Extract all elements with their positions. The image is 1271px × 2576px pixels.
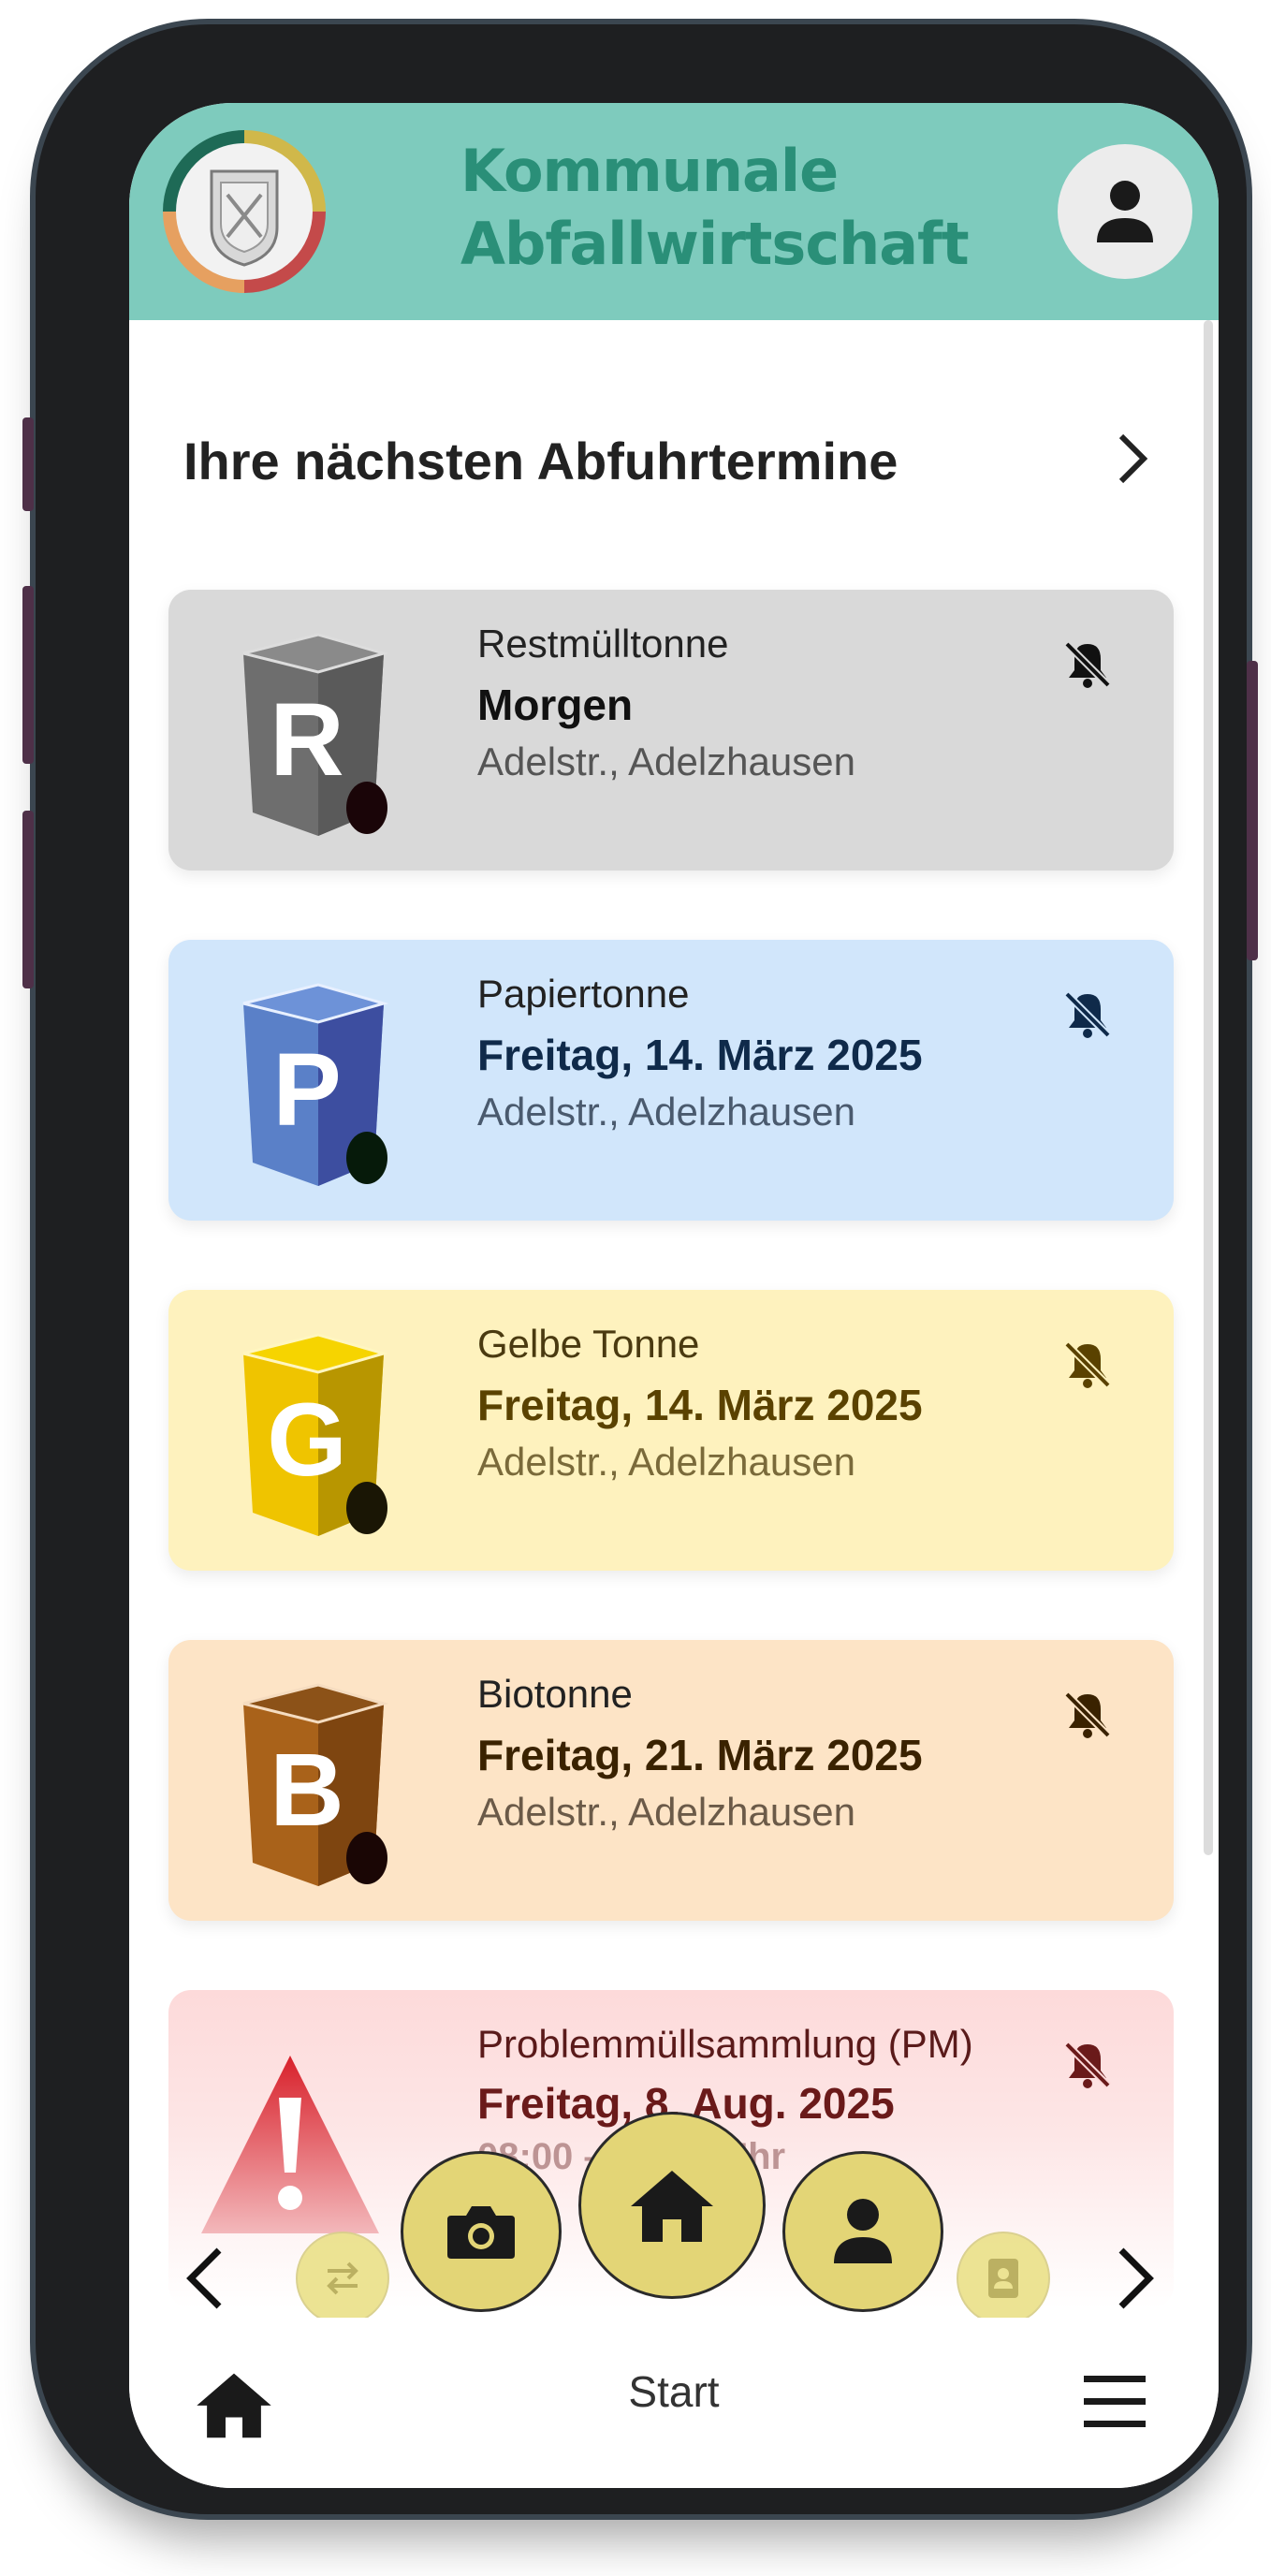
swap-icon bbox=[327, 2261, 358, 2295]
waste-type-label: Problemmüllsammlung (PM) bbox=[477, 2022, 973, 2066]
app-title-line1: Kommunale bbox=[460, 137, 839, 205]
chevron-right-icon[interactable] bbox=[1114, 2245, 1159, 2312]
warning-triangle-icon bbox=[201, 2056, 379, 2233]
waste-type-label: Papiertonne bbox=[477, 972, 690, 1016]
gelbe-tonne-bin-icon: G bbox=[242, 1333, 389, 1536]
chevron-left-icon[interactable] bbox=[182, 2245, 226, 2312]
svg-text:P: P bbox=[272, 1032, 341, 1148]
app-title-line2: Abfallwirtschaft bbox=[460, 210, 970, 278]
camera-button[interactable] bbox=[401, 2151, 562, 2312]
pickup-address: Adelstr., Adelzhausen bbox=[477, 1440, 855, 1484]
bell-off-icon[interactable] bbox=[1061, 1339, 1114, 1391]
hamburger-menu-icon[interactable] bbox=[1084, 2376, 1146, 2428]
pickup-date: Freitag, 21. März 2025 bbox=[477, 1731, 923, 1779]
pickup-address: Adelstr., Adelzhausen bbox=[477, 1790, 855, 1834]
pickup-card-papier[interactable]: P Papiertonne Freitag, 14. März 2025 Ade… bbox=[168, 940, 1174, 1221]
camera-icon bbox=[447, 2206, 515, 2259]
papier-bin-icon: P bbox=[242, 983, 389, 1186]
pickup-date: Morgen bbox=[477, 681, 634, 729]
app-header: Kommunale Abfallwirtschaft bbox=[129, 103, 1219, 320]
bell-off-icon[interactable] bbox=[1061, 1689, 1114, 1741]
person-icon bbox=[834, 2199, 892, 2263]
side-button bbox=[22, 417, 34, 511]
home-icon bbox=[631, 2171, 713, 2242]
home-button[interactable] bbox=[578, 2112, 766, 2299]
bell-off-icon[interactable] bbox=[1061, 988, 1114, 1041]
swap-button[interactable] bbox=[296, 2232, 389, 2325]
pickup-card-biotonne[interactable]: B Biotonne Freitag, 21. März 2025 Adelst… bbox=[168, 1640, 1174, 1921]
pickup-card-restmuell[interactable]: R Restmülltonne Morgen Adelstr., Adelzha… bbox=[168, 590, 1174, 871]
pickup-address: Adelstr., Adelzhausen bbox=[477, 739, 855, 783]
chevron-right-icon[interactable] bbox=[1114, 431, 1151, 487]
waste-type-label: Biotonne bbox=[477, 1672, 633, 1716]
bell-off-icon[interactable] bbox=[1061, 638, 1114, 691]
person-button[interactable] bbox=[782, 2151, 943, 2312]
side-button bbox=[1247, 661, 1258, 960]
scrollbar[interactable] bbox=[1204, 320, 1213, 1855]
address-book-button[interactable] bbox=[957, 2232, 1050, 2325]
svg-text:R: R bbox=[270, 682, 343, 798]
address-book-icon bbox=[988, 2259, 1018, 2298]
svg-text:B: B bbox=[270, 1733, 343, 1848]
pickup-date: Freitag, 14. März 2025 bbox=[477, 1031, 923, 1079]
waste-type-label: Restmülltonne bbox=[477, 622, 729, 666]
svg-text:G: G bbox=[267, 1383, 347, 1498]
bell-off-icon[interactable] bbox=[1061, 2039, 1114, 2091]
side-button bbox=[22, 586, 34, 764]
side-button bbox=[22, 811, 34, 988]
pickup-date: Freitag, 14. März 2025 bbox=[477, 1381, 923, 1429]
app-screen: Kommunale Abfallwirtschaft Ihre nächsten… bbox=[129, 103, 1219, 2488]
section-title: Ihre nächsten Abfuhrtermine bbox=[183, 432, 898, 490]
pickup-address: Adelstr., Adelzhausen bbox=[477, 1090, 855, 1134]
app-title: Kommunale Abfallwirtschaft bbox=[460, 135, 985, 281]
waste-type-label: Gelbe Tonne bbox=[477, 1322, 700, 1366]
person-icon bbox=[1097, 181, 1153, 242]
restmuell-bin-icon: R bbox=[242, 633, 389, 836]
profile-button[interactable] bbox=[1058, 144, 1192, 279]
phone-frame: Kommunale Abfallwirtschaft Ihre nächsten… bbox=[22, 19, 1258, 2520]
municipal-crest-logo bbox=[163, 130, 326, 293]
bottom-bar: Start bbox=[129, 2318, 1219, 2488]
pickup-card-gelbe-tonne[interactable]: G Gelbe Tonne Freitag, 14. März 2025 Ade… bbox=[168, 1290, 1174, 1571]
biotonne-bin-icon: B bbox=[242, 1683, 389, 1886]
bottom-bar-label: Start bbox=[628, 2367, 720, 2416]
